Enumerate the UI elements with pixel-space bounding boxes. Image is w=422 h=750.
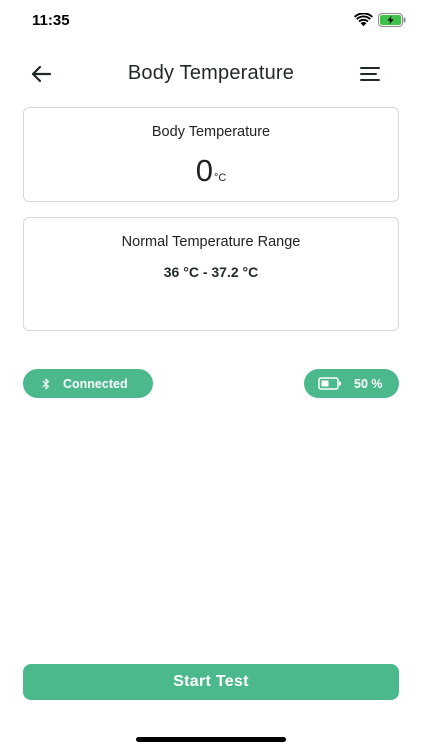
app-screen: 11:35 Body Temperature Body Temperature … [0,0,422,750]
normal-range-card: Normal Temperature Range 36 °C - 37.2 °C [23,217,399,331]
status-bar: 11:35 [0,0,422,44]
wifi-icon [354,13,373,27]
bluetooth-icon [42,378,50,389]
status-time: 11:35 [32,12,70,29]
battery-status-badge: 50 % [304,369,399,398]
menu-button[interactable] [356,61,384,87]
temperature-card: Body Temperature 0°C [23,107,399,202]
hamburger-menu-icon [360,67,380,81]
connection-status-badge: Connected [23,369,153,398]
start-test-button[interactable]: Start Test [23,664,399,700]
temperature-value: 0 [195,153,213,188]
temperature-unit: °C [213,172,227,184]
home-indicator [136,737,286,742]
normal-range-label: Normal Temperature Range [121,234,301,250]
battery-icon [318,377,341,390]
temperature-card-label: Body Temperature [151,124,271,140]
battery-level-label: 50 % [354,376,383,391]
app-header: Body Temperature [0,52,422,96]
temperature-reading: 0°C [24,153,398,189]
normal-range-value: 36 °C - 37.2 °C [163,264,259,280]
connection-status-label: Connected [63,376,128,391]
battery-charging-icon [378,13,406,27]
